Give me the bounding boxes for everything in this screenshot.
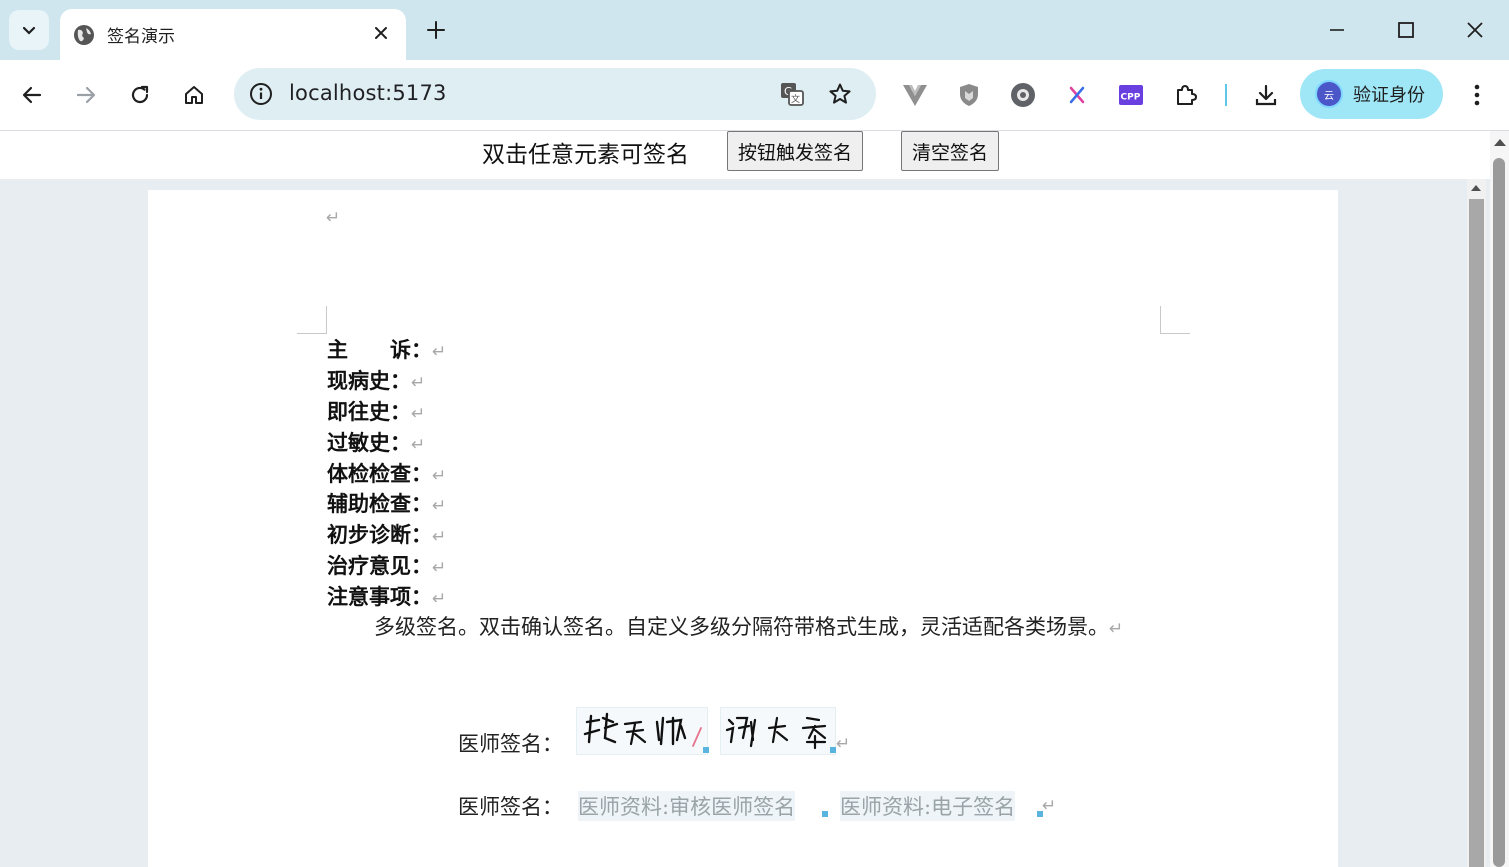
vue-icon bbox=[903, 85, 927, 106]
downloads-button[interactable] bbox=[1252, 81, 1280, 109]
trigger-sign-button[interactable]: 按钮触发签名 bbox=[727, 131, 864, 171]
resize-handle[interactable] bbox=[822, 811, 828, 817]
field-allergy-history[interactable]: 过敏史：↵ bbox=[327, 429, 425, 459]
double-click-hint: 双击任意元素可签名 bbox=[482, 142, 689, 168]
page-header: 双击任意元素可签名 按钮触发签名 清空签名 bbox=[0, 131, 1490, 179]
x-logo-icon bbox=[1069, 86, 1085, 104]
translate-button[interactable]: G文 bbox=[778, 80, 806, 108]
arrow-right-icon bbox=[76, 86, 96, 104]
reload-button[interactable] bbox=[124, 79, 156, 111]
translate-icon: G文 bbox=[781, 83, 804, 106]
signature-image-1[interactable] bbox=[576, 707, 708, 755]
minimize-button[interactable] bbox=[1321, 14, 1353, 46]
shield-icon bbox=[960, 84, 978, 106]
editor-scrollbar[interactable] bbox=[1467, 179, 1486, 867]
forward-button[interactable] bbox=[70, 79, 102, 111]
maximize-button[interactable] bbox=[1390, 14, 1422, 46]
field-notes[interactable]: 注意事项：↵ bbox=[327, 583, 446, 613]
svg-text:CPP: CPP bbox=[1121, 93, 1141, 103]
handwritten-signature-1 bbox=[583, 712, 702, 747]
field-auxiliary-exam[interactable]: 辅助检查：↵ bbox=[327, 490, 446, 520]
maximize-icon bbox=[1398, 22, 1414, 38]
svg-text:文: 文 bbox=[791, 93, 800, 105]
info-icon bbox=[250, 83, 272, 105]
field-diagnosis[interactable]: 初步诊断：↵ bbox=[327, 521, 446, 551]
paragraph-mark: ↵ bbox=[836, 734, 851, 754]
tab-search-button[interactable] bbox=[9, 10, 49, 50]
back-button[interactable] bbox=[16, 79, 48, 111]
extension-vue[interactable] bbox=[901, 81, 929, 109]
address-bar[interactable]: localhost:5173 G文 bbox=[234, 68, 876, 120]
cpp-icon: CPP bbox=[1119, 85, 1143, 105]
profile-label: 验证身份 bbox=[1353, 85, 1425, 106]
profile-verify-button[interactable]: 云 验证身份 bbox=[1300, 69, 1443, 119]
field-physical-exam[interactable]: 体检检查：↵ bbox=[327, 460, 446, 490]
margin-corner-right bbox=[1160, 306, 1190, 334]
margin-corner-left bbox=[297, 306, 327, 334]
tab-strip: 签名演示 bbox=[0, 0, 1509, 60]
handwritten-signature-2 bbox=[725, 716, 827, 750]
doctor-signature-label: 医师签名： bbox=[458, 795, 563, 819]
avatar: 云 bbox=[1315, 80, 1343, 108]
field-past-history[interactable]: 即往史：↵ bbox=[327, 398, 425, 428]
toolbar-divider bbox=[1225, 84, 1227, 106]
resize-handle[interactable] bbox=[703, 747, 709, 753]
extensions-button[interactable] bbox=[1172, 81, 1200, 109]
minimize-icon bbox=[1330, 29, 1344, 31]
active-tab[interactable]: 签名演示 bbox=[60, 9, 406, 60]
home-button[interactable] bbox=[178, 79, 210, 111]
reload-icon bbox=[131, 85, 149, 104]
url-text[interactable]: localhost:5173 bbox=[289, 81, 447, 105]
extension-circle[interactable] bbox=[1009, 81, 1037, 109]
page-scrollbar[interactable] bbox=[1490, 131, 1509, 867]
plus-icon bbox=[427, 21, 445, 39]
scroll-up-arrow-icon[interactable] bbox=[1494, 139, 1506, 146]
tab-title: 签名演示 bbox=[107, 27, 175, 47]
page-scroll-thumb[interactable] bbox=[1493, 158, 1505, 867]
site-info-button[interactable] bbox=[246, 79, 276, 109]
extension-logo-icon bbox=[1011, 83, 1035, 107]
extension-x[interactable] bbox=[1063, 81, 1091, 109]
download-icon bbox=[1255, 84, 1277, 106]
home-icon bbox=[185, 86, 203, 104]
puzzle-icon bbox=[1177, 85, 1197, 105]
arrow-left-icon bbox=[22, 86, 42, 104]
bookmark-button[interactable] bbox=[826, 80, 854, 108]
close-icon bbox=[1467, 22, 1483, 38]
paragraph-mark: ↵ bbox=[1042, 796, 1057, 816]
description-paragraph[interactable]: 多级签名。双击确认签名。自定义多级分隔符带格式生成，灵活适配各类场景。↵ bbox=[327, 612, 1167, 645]
chevron-down-icon bbox=[22, 26, 36, 35]
browser-toolbar: localhost:5173 G文 CPP 云 验证身份 bbox=[0, 60, 1509, 131]
doctor-signature-label: 医师签名： bbox=[458, 732, 563, 756]
kebab-menu-icon bbox=[1474, 84, 1480, 106]
tab-close-button[interactable] bbox=[370, 22, 392, 44]
signature-image-2[interactable] bbox=[720, 707, 836, 755]
globe-icon bbox=[74, 24, 94, 45]
extension-cpp[interactable]: CPP bbox=[1117, 81, 1145, 109]
new-tab-button[interactable] bbox=[422, 16, 450, 44]
close-window-button[interactable] bbox=[1459, 14, 1491, 46]
close-icon bbox=[375, 27, 387, 39]
scroll-up-arrow-icon[interactable] bbox=[1471, 185, 1481, 191]
review-doctor-signature-placeholder[interactable]: 医师资料:审核医师签名 bbox=[578, 791, 796, 821]
field-treatment[interactable]: 治疗意见：↵ bbox=[327, 552, 446, 582]
editor-scroll-thumb[interactable] bbox=[1469, 199, 1484, 867]
clear-sign-button[interactable]: 清空签名 bbox=[901, 131, 1000, 171]
field-chief-complaint[interactable]: 主 诉：↵ bbox=[327, 336, 446, 366]
paragraph-mark: ↵ bbox=[326, 208, 341, 228]
extension-shield[interactable] bbox=[955, 81, 983, 109]
electronic-signature-placeholder[interactable]: 医师资料:电子签名 bbox=[840, 791, 1016, 821]
star-icon bbox=[829, 83, 851, 104]
field-present-illness[interactable]: 现病史：↵ bbox=[327, 367, 425, 397]
browser-menu-button[interactable] bbox=[1463, 81, 1491, 109]
